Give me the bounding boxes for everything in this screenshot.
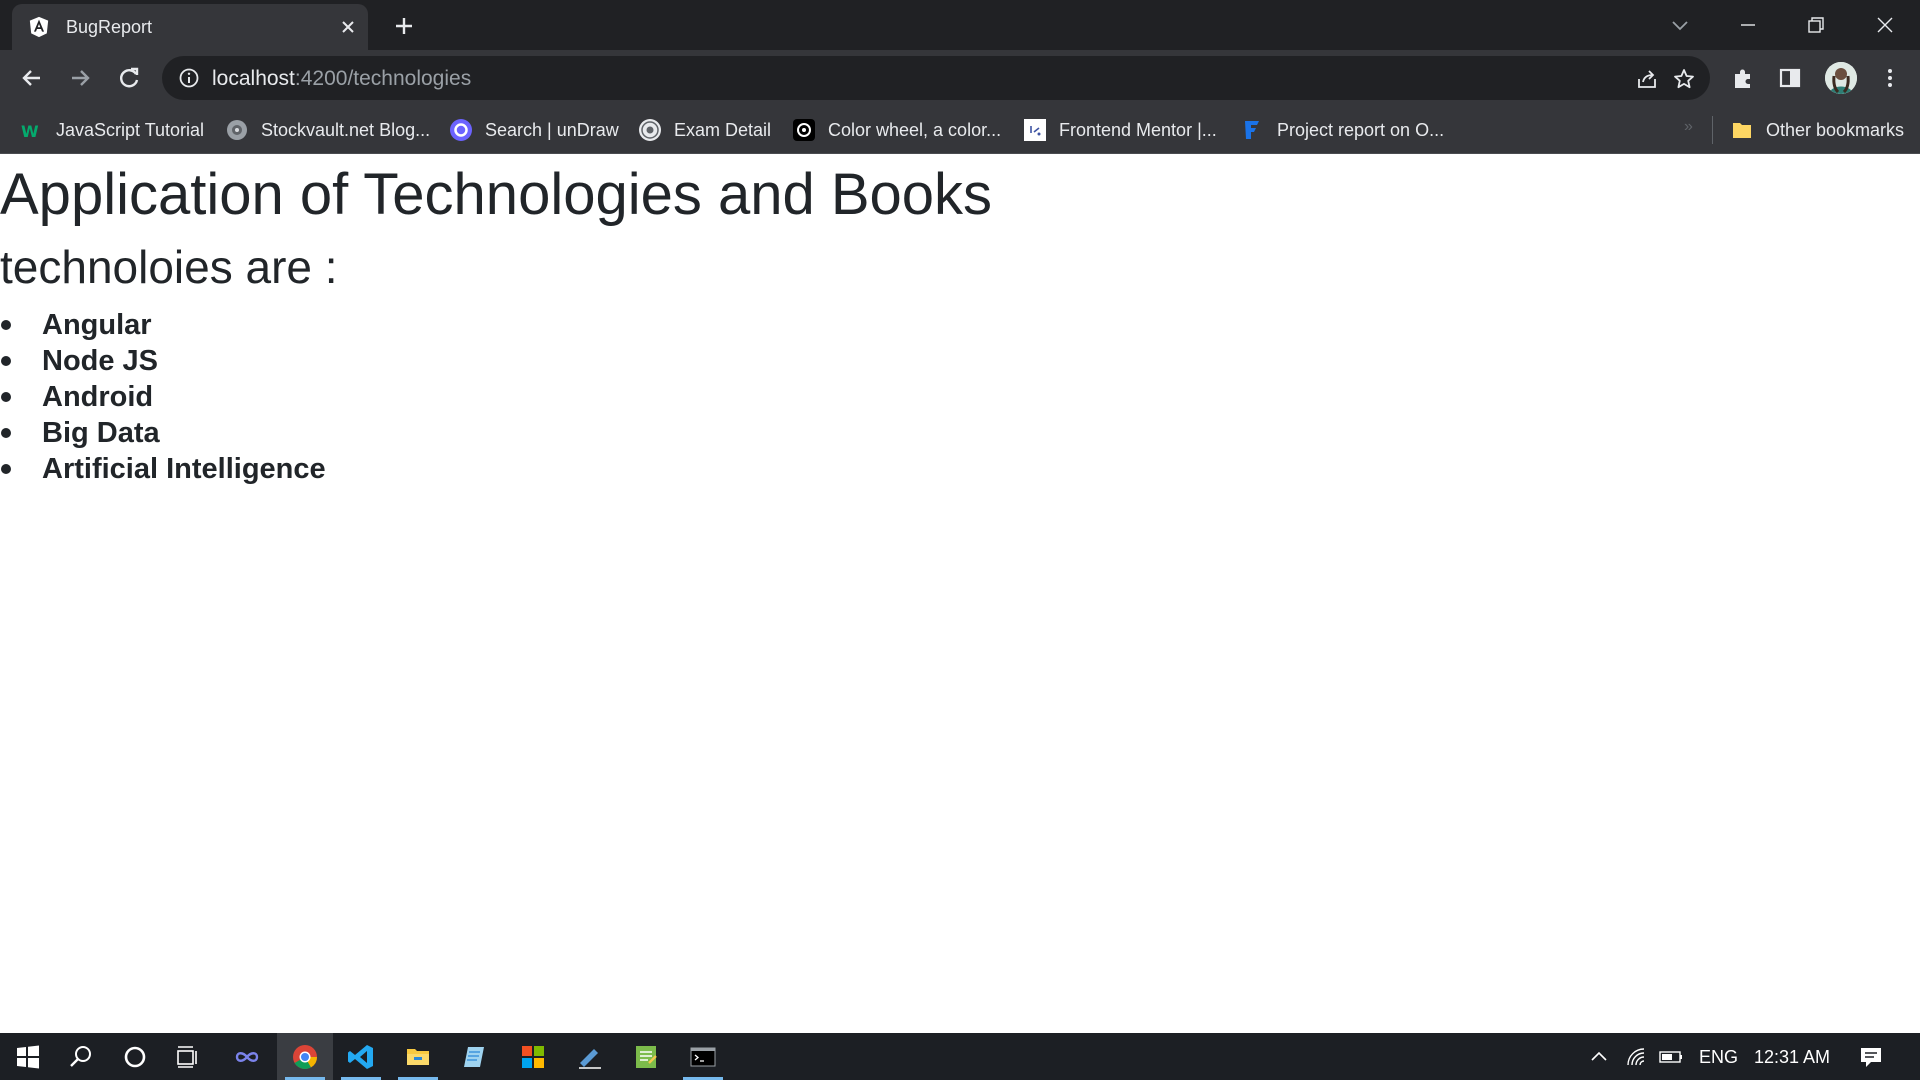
share-icon[interactable] xyxy=(1635,67,1659,91)
task-view-icon xyxy=(177,1045,197,1068)
tab-search-icon[interactable] xyxy=(1665,10,1695,40)
list-item: Android xyxy=(0,379,326,415)
list-item: Artificial Intelligence xyxy=(0,451,326,487)
page-content: Application of Technologies and Books te… xyxy=(0,155,1920,1033)
taskbar-app-vscode[interactable] xyxy=(333,1033,389,1080)
pen-app-icon xyxy=(579,1048,601,1069)
taskbar-app-terminal[interactable] xyxy=(675,1033,731,1080)
bookmark-star-icon[interactable] xyxy=(1672,67,1696,91)
other-bookmarks-folder[interactable]: Other bookmarks xyxy=(1730,116,1904,144)
chevron-up-icon[interactable] xyxy=(1588,1046,1610,1068)
technology-list: Angular Node JS Android Big Data Artific… xyxy=(0,307,326,487)
battery-icon[interactable] xyxy=(1658,1045,1684,1069)
new-tab-icon[interactable] xyxy=(390,12,418,40)
windows-icon xyxy=(17,1045,39,1068)
bullet-icon xyxy=(1,392,11,402)
notifications-icon[interactable] xyxy=(1858,1044,1884,1070)
taskbar-app[interactable] xyxy=(618,1033,674,1080)
folder-icon xyxy=(1733,123,1751,138)
forward-icon[interactable] xyxy=(66,64,94,92)
vscode-icon xyxy=(348,1044,373,1069)
exam-icon xyxy=(639,119,661,141)
bullet-icon xyxy=(1,320,11,330)
address-bar[interactable]: localhost:4200/technologies xyxy=(162,56,1710,100)
editor-app-icon xyxy=(636,1045,657,1068)
bookmark-item[interactable]: W JavaScript Tutorial xyxy=(20,116,204,144)
taskbar-app[interactable] xyxy=(219,1033,275,1080)
cortana-icon xyxy=(124,1046,146,1067)
browser-tab[interactable]: BugReport xyxy=(12,4,368,50)
search-button[interactable] xyxy=(53,1033,109,1080)
list-item: Angular xyxy=(0,307,326,343)
profile-avatar[interactable] xyxy=(1825,62,1857,94)
taskbar-app[interactable] xyxy=(562,1033,618,1080)
browser-toolbar: localhost:4200/technologies xyxy=(0,50,1920,106)
bookmarks-separator xyxy=(1712,116,1713,144)
taskbar-app[interactable] xyxy=(505,1033,561,1080)
profile-picture-icon xyxy=(1825,62,1857,94)
task-view-button[interactable] xyxy=(160,1033,216,1080)
list-item: Node JS xyxy=(0,343,326,379)
taskbar-app-chrome[interactable] xyxy=(277,1033,333,1080)
browser-titlebar: BugReport xyxy=(0,0,1920,50)
minimize-icon[interactable] xyxy=(1733,10,1763,40)
bullet-icon xyxy=(1,428,11,438)
page-subtitle: technoloies are : xyxy=(0,241,338,293)
menu-icon[interactable] xyxy=(1877,65,1903,91)
side-panel-icon[interactable] xyxy=(1777,65,1803,91)
bullet-icon xyxy=(1,356,11,366)
page-title: Application of Technologies and Books xyxy=(0,162,993,227)
stockvault-icon xyxy=(227,120,247,140)
canva-icon xyxy=(793,119,815,141)
close-window-icon[interactable] xyxy=(1870,10,1900,40)
bookmark-item[interactable]: Search | unDraw xyxy=(449,116,619,144)
restore-icon[interactable] xyxy=(1801,10,1831,40)
reload-icon[interactable] xyxy=(115,64,143,92)
terminal-icon xyxy=(690,1047,716,1066)
bookmark-item[interactable]: Stockvault.net Blog... xyxy=(225,116,430,144)
angular-icon xyxy=(29,16,49,38)
start-button[interactable] xyxy=(0,1033,56,1080)
bookmark-item[interactable]: Exam Detail xyxy=(638,116,771,144)
undraw-icon xyxy=(450,119,472,141)
notes-app-icon xyxy=(464,1046,484,1067)
bookmark-item[interactable]: Project report on O... xyxy=(1241,116,1444,144)
taskbar: ENG 12:31 AM xyxy=(0,1033,1920,1080)
chrome-icon xyxy=(293,1044,317,1069)
bullet-icon xyxy=(1,464,11,474)
store-app-icon xyxy=(522,1045,544,1068)
url-text[interactable]: localhost:4200/technologies xyxy=(212,67,471,91)
more-bookmarks-icon[interactable]: » xyxy=(1684,118,1693,136)
bookmark-item[interactable]: Color wheel, a color... xyxy=(792,116,1001,144)
frontend-mentor-icon xyxy=(1024,119,1046,141)
close-tab-icon[interactable] xyxy=(337,16,359,38)
w3schools-icon: W xyxy=(21,122,39,141)
taskbar-app-explorer[interactable] xyxy=(390,1033,446,1080)
cortana-button[interactable] xyxy=(107,1033,163,1080)
project-report-icon xyxy=(1245,121,1259,139)
tab-title: BugReport xyxy=(66,17,153,37)
bookmark-item[interactable]: Frontend Mentor |... xyxy=(1023,116,1217,144)
file-explorer-icon xyxy=(407,1048,429,1065)
language-indicator[interactable]: ENG xyxy=(1699,1047,1738,1068)
taskbar-app[interactable] xyxy=(446,1033,502,1080)
svg-text:W: W xyxy=(21,122,39,141)
search-icon xyxy=(70,1045,91,1067)
bookmarks-bar: W JavaScript Tutorial Stockvault.net Blo… xyxy=(0,106,1920,154)
list-item: Big Data xyxy=(0,415,326,451)
back-icon[interactable] xyxy=(18,64,46,92)
infinity-app-icon xyxy=(235,1051,259,1062)
extensions-icon[interactable] xyxy=(1730,65,1756,91)
wifi-icon[interactable] xyxy=(1624,1045,1648,1069)
site-info-icon[interactable] xyxy=(178,67,200,89)
clock[interactable]: 12:31 AM xyxy=(1754,1047,1830,1068)
